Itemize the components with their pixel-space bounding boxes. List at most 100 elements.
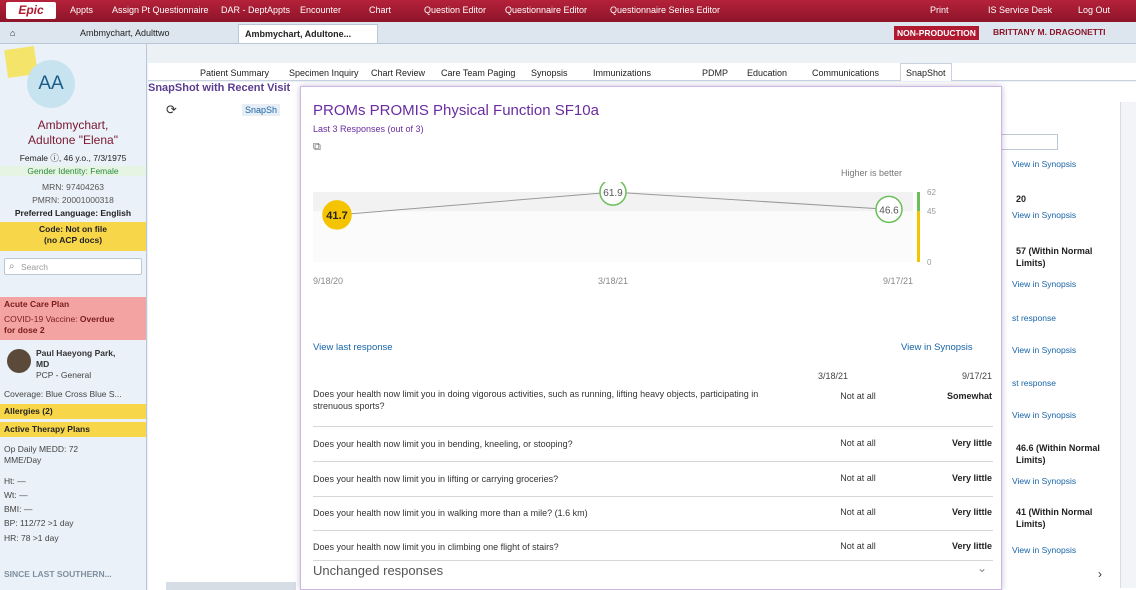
coverage[interactable]: Coverage: Blue Cross Blue S... (4, 389, 122, 399)
table-row: Does your health now limit you in doing … (313, 385, 993, 427)
window-tab-adulttwo[interactable]: Ambmychart, Adulttwo (74, 24, 224, 43)
pcp-name-line2: MD (36, 359, 50, 369)
popup-subtitle: Last 3 Responses (out of 3) (313, 124, 424, 134)
col-header-2: 9/17/21 (961, 371, 992, 381)
tab-patient-summary[interactable]: Patient Summary (200, 68, 269, 82)
tab-communications[interactable]: Communications (812, 68, 879, 82)
tab-pdmp[interactable]: PDMP (702, 68, 728, 82)
synopsis-link[interactable]: View in Synopsis (1012, 210, 1076, 220)
active-therapy-plans[interactable]: Active Therapy Plans (0, 422, 146, 437)
medd-line1: Op Daily MEDD: 72 (4, 444, 79, 454)
answer-latest: Very little (951, 438, 992, 448)
answer-latest: Somewhat (946, 391, 992, 401)
bottom-scrollbar[interactable] (166, 582, 296, 590)
synopsis-link[interactable]: View in Synopsis (1012, 476, 1076, 486)
work-title: SnapShot with Recent Visit (148, 82, 291, 94)
answer-latest: Very little (951, 507, 992, 517)
tab-synopsis[interactable]: Synopsis (531, 68, 568, 82)
table-row: Does your health now limit you in bendin… (313, 430, 993, 462)
y-tick-label: 62 (927, 188, 936, 197)
service-desk-menu[interactable]: IS Service Desk (988, 5, 1052, 15)
tab-care-team-paging[interactable]: Care Team Paging (441, 68, 515, 82)
avatar[interactable]: AA (27, 60, 75, 108)
chart-data-label: 41.7 (326, 210, 347, 222)
medd-line2: MME/Day (4, 455, 42, 465)
tab-education[interactable]: Education (747, 68, 787, 82)
synopsis-link[interactable]: View in Synopsis (1012, 345, 1076, 355)
epic-menu-button[interactable]: Epic (6, 2, 56, 19)
acute-care-plan[interactable]: Acute Care Plan (0, 297, 146, 312)
answer-previous: Not at all (840, 391, 876, 401)
questionnaire-editor-menu[interactable]: Questionnaire Editor (505, 5, 587, 15)
window-tab-adultone[interactable]: Ambmychart, Adultone... (238, 24, 378, 43)
patient-demographics: Female ⓘ, 46 y.o., 7/3/1975 (19, 153, 127, 163)
scale-yellow-bar (917, 211, 920, 262)
x-tick-label: 9/17/21 (883, 276, 913, 286)
vital-height: Ht: — (4, 476, 26, 486)
patient-search[interactable]: ⌕ Search (4, 258, 142, 275)
covid-vaccine-status[interactable]: COVID-19 Vaccine: Overdue for dose 2 (0, 312, 146, 340)
answer-latest: Very little (951, 473, 992, 483)
view-last-response-link[interactable]: View last response (313, 342, 393, 353)
logout-menu[interactable]: Log Out (1078, 5, 1110, 15)
proms-score-chart: 0 45 62 41.7 61.9 46.6 9/18/20 3/18/21 9/17/21 (313, 182, 936, 286)
chart-menu[interactable]: Chart (369, 5, 391, 15)
synopsis-link[interactable]: View in Synopsis (1012, 159, 1076, 169)
expand-chevron-icon[interactable]: ⌄ (977, 561, 987, 575)
patient-mrn: MRN: 97404263 (42, 182, 104, 192)
pcp-photo[interactable] (7, 349, 31, 373)
home-icon[interactable]: ⌂ (4, 24, 24, 43)
encounter-menu[interactable]: Encounter (300, 5, 341, 15)
chart-data-label: 61.9 (603, 188, 623, 199)
activity-tab-bar: Patient Summary Specimen Inquiry Chart R… (148, 63, 1136, 81)
right-value: 20 (1016, 194, 1027, 204)
covid-label: COVID-19 Vaccine: (4, 314, 78, 324)
user-name[interactable]: BRITTANY M. DRAGONETTI (993, 27, 1106, 37)
last-response-link[interactable]: st response (1012, 378, 1056, 388)
answer-latest: Very little (951, 541, 992, 551)
table-row: Does your health now limit you in walkin… (313, 499, 993, 531)
pcp-name-line1[interactable]: Paul Haeyong Park, (36, 348, 115, 358)
allergies[interactable]: Allergies (2) (0, 404, 146, 419)
covid-dose: for dose 2 (4, 325, 45, 335)
table-row: Does your health now limit you in liftin… (313, 465, 993, 497)
preferred-language: Preferred Language: English (14, 208, 132, 218)
top-menu-bar: Epic Appts Assign Pt Questionnaire DAR -… (0, 0, 1136, 22)
view-in-synopsis-link[interactable]: View in Synopsis (901, 342, 973, 353)
tab-chart-review[interactable]: Chart Review (371, 68, 425, 82)
right-value: 46.6 (Within Normal Limits) (1016, 443, 1100, 465)
vital-bp: BP: 112/72 >1 day (4, 518, 74, 528)
scroll-right-icon[interactable]: › (1098, 567, 1102, 581)
synopsis-link[interactable]: View in Synopsis (1012, 279, 1076, 289)
refresh-icon[interactable]: ⟳ (166, 102, 177, 118)
col-header-1: 3/18/21 (817, 371, 849, 381)
tab-immunizations[interactable]: Immunizations (593, 68, 651, 82)
tab-snapshot[interactable]: SnapShot (900, 63, 952, 81)
environment-badge: NON-PRODUCTION (894, 26, 979, 40)
code-status-line1: Code: Not on file (39, 224, 107, 234)
patient-pmrn: PMRN: 20001000318 (32, 195, 114, 205)
dar-deptappts-menu[interactable]: DAR - DeptAppts (221, 5, 290, 15)
question-text: Does your health now limit you in bendin… (313, 439, 573, 449)
synopsis-link[interactable]: View in Synopsis (1012, 545, 1076, 555)
code-status-line2: (no ACP docs) (43, 235, 103, 245)
unchanged-responses-header[interactable]: Unchanged responses (313, 563, 443, 578)
assign-questionnaire-menu[interactable]: Assign Pt Questionnaire (112, 5, 209, 15)
print-menu[interactable]: Print (930, 5, 949, 15)
answer-previous: Not at all (840, 473, 876, 483)
copy-icon[interactable]: ⧉ (313, 141, 321, 154)
tab-specimen-inquiry[interactable]: Specimen Inquiry (289, 68, 359, 82)
since-last-visit[interactable]: SINCE LAST SOUTHERN... (4, 569, 112, 579)
synopsis-link[interactable]: View in Synopsis (1012, 410, 1076, 420)
y-tick-label: 0 (927, 258, 932, 267)
higher-is-better: Higher is better (841, 168, 903, 178)
answer-previous: Not at all (840, 438, 876, 448)
appts-menu[interactable]: Appts (70, 5, 93, 15)
right-scrollbar[interactable] (1120, 102, 1136, 588)
snapshot-toolbar-button[interactable]: SnapSh (242, 104, 281, 116)
patient-name-line2: Adultone "Elena" (28, 133, 118, 147)
last-response-link[interactable]: st response (1012, 313, 1056, 323)
questionnaire-series-editor-menu[interactable]: Questionnaire Series Editor (610, 5, 720, 15)
code-status[interactable]: Code: Not on file (no ACP docs) (0, 222, 146, 251)
question-editor-menu[interactable]: Question Editor (424, 5, 486, 15)
